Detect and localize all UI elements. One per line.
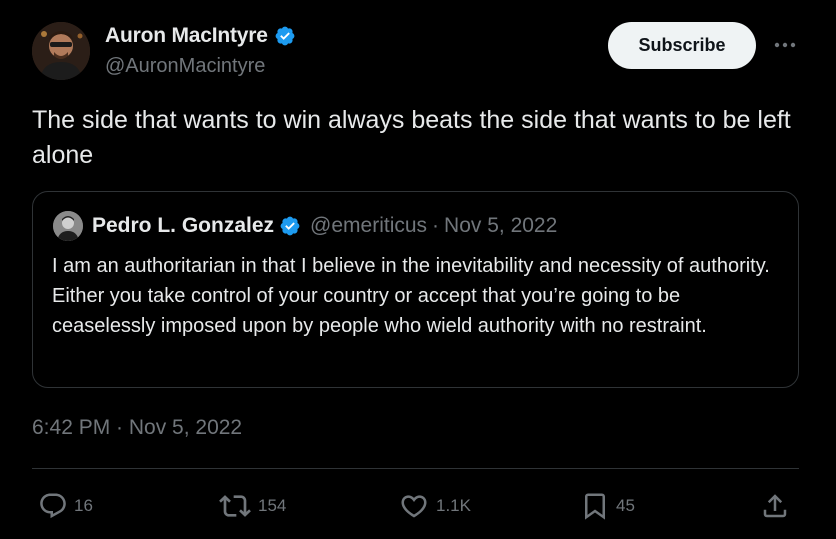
tweet-timestamp[interactable]: 6:42 PM · Nov 5, 2022 bbox=[32, 416, 242, 440]
reply-button[interactable]: 16 bbox=[38, 490, 93, 522]
bookmark-button[interactable]: 45 bbox=[580, 490, 635, 522]
more-icon[interactable] bbox=[770, 34, 800, 56]
quoted-tweet[interactable]: Pedro L. Gonzalez @emeriticus · Nov 5, 2… bbox=[32, 191, 799, 388]
share-button[interactable] bbox=[760, 490, 790, 522]
author-avatar[interactable] bbox=[32, 22, 90, 80]
quote-separator: · bbox=[432, 214, 440, 237]
bookmark-icon bbox=[585, 493, 605, 520]
divider bbox=[32, 468, 799, 469]
author-handle[interactable]: @AuronMacintyre bbox=[105, 55, 265, 78]
quote-avatar-image bbox=[53, 211, 83, 241]
reply-count: 16 bbox=[74, 496, 93, 515]
tweet-text: The side that wants to win always beats … bbox=[32, 106, 791, 169]
subscribe-button[interactable]: Subscribe bbox=[608, 22, 756, 69]
retweet-icon bbox=[219, 495, 251, 517]
verified-badge-icon[interactable] bbox=[274, 25, 296, 47]
retweet-button[interactable]: 154 bbox=[218, 490, 286, 522]
quote-date[interactable]: Nov 5, 2022 bbox=[444, 214, 557, 238]
author-display-name[interactable]: Auron MacIntyre bbox=[105, 24, 268, 48]
share-icon bbox=[763, 494, 787, 518]
quote-author-avatar[interactable] bbox=[53, 211, 83, 241]
tweet: Auron MacIntyre @AuronMacintyre Subscrib… bbox=[0, 0, 836, 539]
quote-verified-badge-icon[interactable] bbox=[279, 215, 301, 237]
quote-handle[interactable]: @emeriticus bbox=[310, 214, 427, 238]
heart-icon bbox=[401, 495, 427, 518]
avatar-image bbox=[32, 22, 90, 80]
quote-display-name[interactable]: Pedro L. Gonzalez bbox=[92, 214, 274, 238]
reply-icon bbox=[40, 493, 66, 519]
author-name-row: Auron MacIntyre bbox=[105, 24, 296, 48]
quote-header: Pedro L. Gonzalez @emeriticus · Nov 5, 2… bbox=[92, 214, 557, 238]
quote-text: I am an authoritarian in that I believe … bbox=[52, 255, 770, 337]
retweet-count: 154 bbox=[258, 496, 287, 515]
bookmark-count: 45 bbox=[616, 496, 635, 515]
like-button[interactable]: 1.1K bbox=[398, 490, 471, 522]
like-count: 1.1K bbox=[436, 496, 471, 515]
